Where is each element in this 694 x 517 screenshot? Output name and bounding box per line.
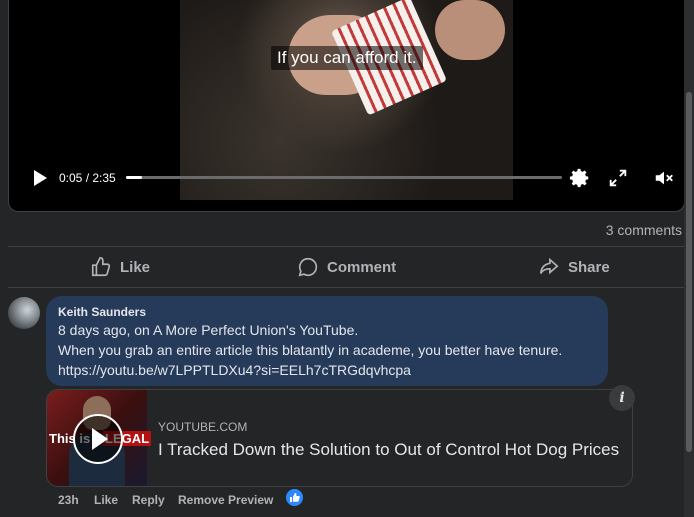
- link-preview-card[interactable]: This is LEGAL YOUTUBE.COM I Tracked Down…: [46, 389, 633, 487]
- like-button[interactable]: Like: [90, 252, 150, 282]
- comment-button[interactable]: Comment: [297, 252, 396, 282]
- share-icon: [539, 257, 559, 275]
- comment-label: Comment: [327, 258, 397, 276]
- remove-preview-link[interactable]: Remove Preview: [178, 493, 273, 507]
- divider: [8, 287, 684, 288]
- preview-title[interactable]: I Tracked Down the Solution to Out of Co…: [158, 440, 619, 460]
- comment-author[interactable]: Keith Saunders: [58, 305, 146, 319]
- info-icon[interactable]: i: [609, 385, 635, 411]
- like-label: Like: [120, 258, 151, 276]
- comments-count[interactable]: 3 comments: [606, 222, 682, 238]
- video-player[interactable]: If you can afford it. 0:05 / 2:35: [8, 0, 685, 212]
- like-icon: [91, 257, 111, 277]
- scrollbar-thumb[interactable]: [686, 92, 692, 452]
- video-thumbnail: This is LEGAL: [47, 390, 152, 486]
- avatar[interactable]: [8, 297, 40, 329]
- comment-link[interactable]: https://youtu.be/w7LPPTLDXu4?si=EELh7cTR…: [58, 362, 411, 378]
- comment-text-line: 8 days ago, on A More Perfect Union's Yo…: [58, 322, 359, 338]
- video-frame: [180, 0, 513, 200]
- hand-shape: [435, 0, 505, 60]
- play-icon[interactable]: [31, 168, 49, 188]
- video-caption: If you can afford it.: [271, 46, 423, 70]
- comment-like-link[interactable]: Like: [94, 493, 118, 507]
- play-icon[interactable]: [73, 414, 123, 464]
- video-progress-fill: [126, 176, 142, 179]
- share-button[interactable]: Share: [538, 252, 610, 282]
- comment-timestamp[interactable]: 23h: [58, 493, 79, 507]
- video-progress-bar[interactable]: [126, 176, 562, 179]
- comment-text-line: When you grab an entire article this bla…: [58, 342, 563, 358]
- comment-icon: [298, 257, 318, 277]
- like-reaction-icon[interactable]: [286, 489, 303, 506]
- share-label: Share: [568, 258, 610, 276]
- video-time: 0:05 / 2:35: [59, 171, 116, 185]
- page-scrollbar[interactable]: [684, 0, 694, 517]
- fullscreen-icon[interactable]: [607, 167, 629, 189]
- comment-reply-link[interactable]: Reply: [132, 493, 165, 507]
- mute-icon[interactable]: [653, 167, 675, 189]
- preview-domain: YOUTUBE.COM: [158, 420, 248, 434]
- divider: [8, 246, 684, 247]
- settings-icon[interactable]: [569, 167, 591, 189]
